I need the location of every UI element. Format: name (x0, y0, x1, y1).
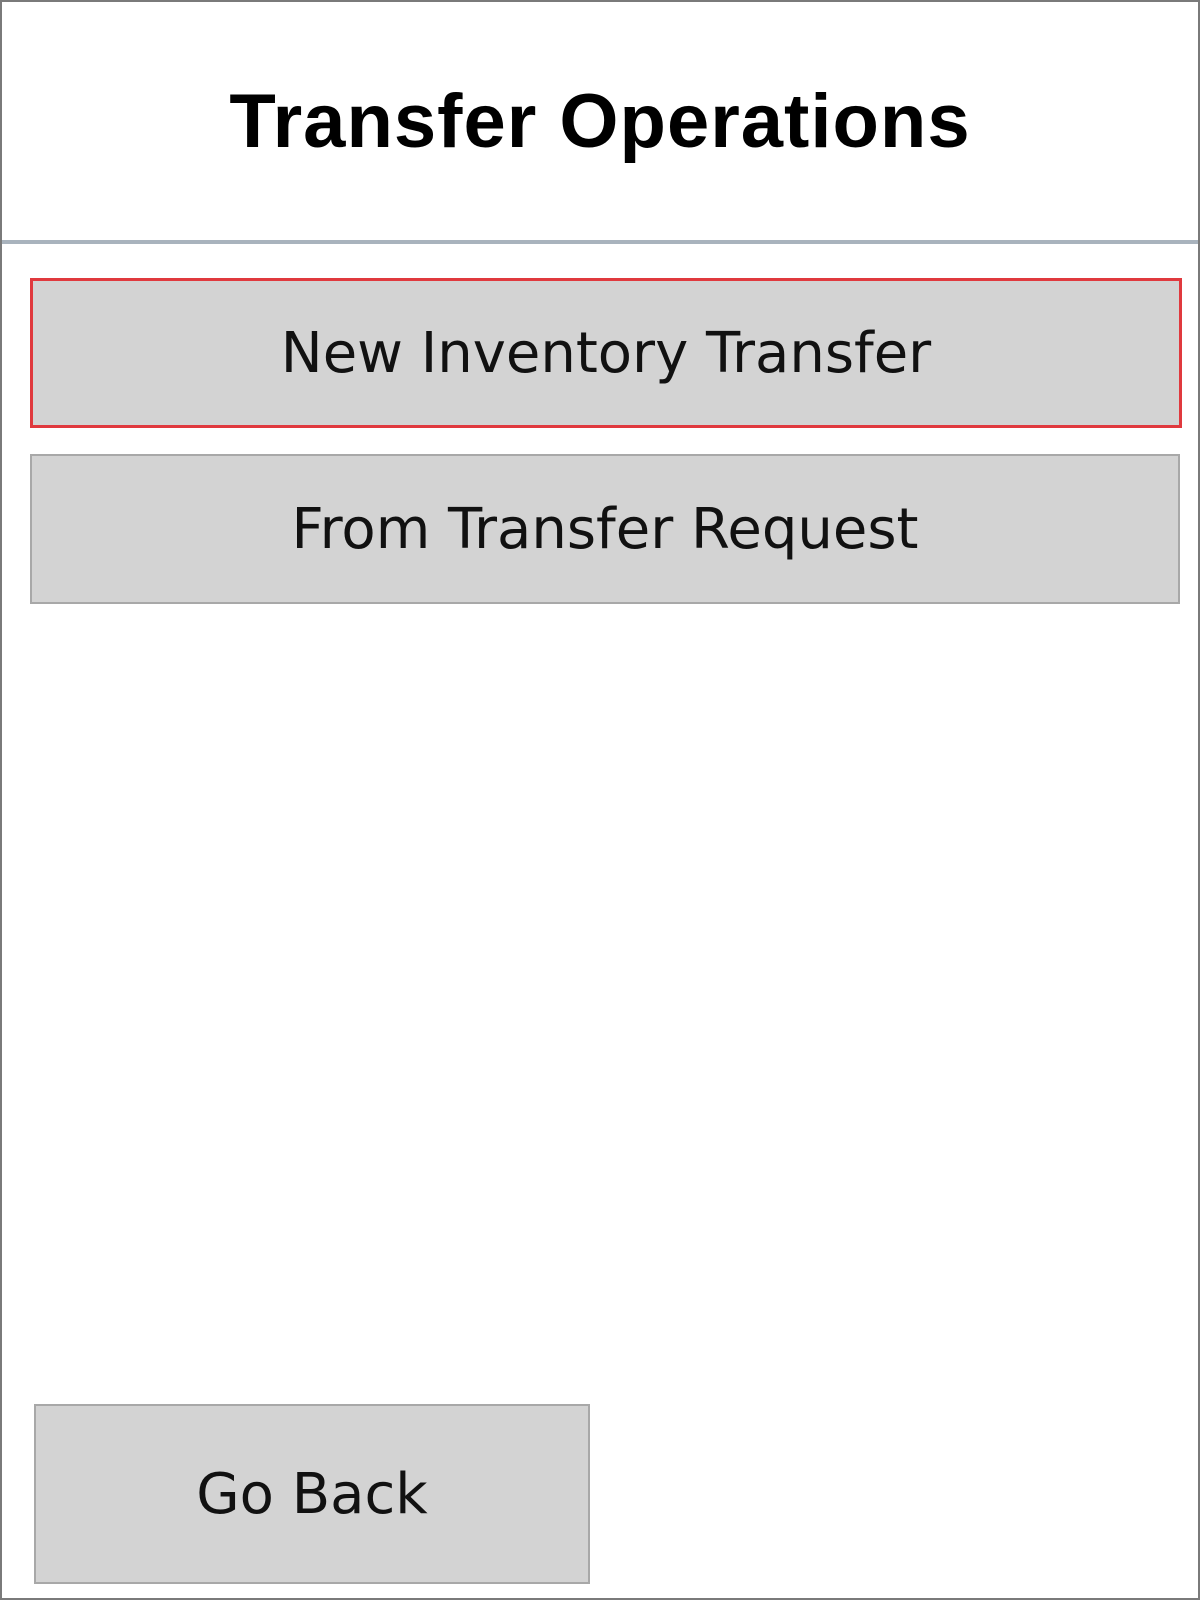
header: Transfer Operations (2, 2, 1198, 244)
new-inventory-transfer-label: New Inventory Transfer (280, 320, 932, 386)
go-back-label: Go Back (196, 1461, 428, 1527)
from-transfer-request-button[interactable]: From Transfer Request (30, 454, 1180, 604)
app-window: Transfer Operations New Inventory Transf… (0, 0, 1200, 1600)
new-inventory-transfer-button[interactable]: New Inventory Transfer (30, 278, 1182, 428)
go-back-button[interactable]: Go Back (34, 1404, 590, 1584)
page-title: Transfer Operations (229, 78, 971, 164)
from-transfer-request-label: From Transfer Request (291, 496, 919, 562)
